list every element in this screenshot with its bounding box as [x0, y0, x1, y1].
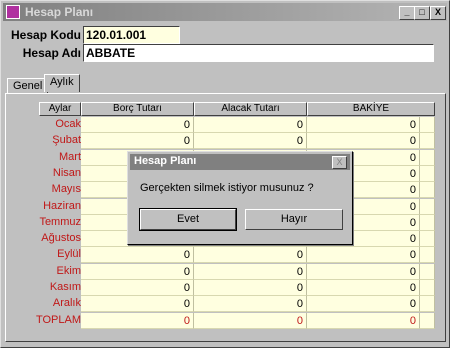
month-label: Haziran — [43, 199, 81, 212]
no-button[interactable]: Hayır — [245, 209, 343, 230]
month-label: Mart — [59, 150, 81, 163]
title-bar[interactable]: Hesap Planı _ □ X — [3, 3, 447, 21]
borc-cell[interactable]: 0 — [81, 133, 194, 150]
extra-cell — [420, 214, 435, 231]
borc-cell[interactable]: 0 — [81, 263, 194, 280]
total-label: TOPLAM — [35, 313, 81, 326]
dialog-message: Gerçekten silmek istiyor musunuz ? — [140, 182, 314, 194]
borc-cell[interactable]: 0 — [81, 247, 194, 264]
bakiye-cell[interactable]: 0 — [307, 280, 420, 296]
confirm-dialog: Hesap Planı X Gerçekten silmek istiyor m… — [127, 151, 353, 245]
month-label: Ağustos — [41, 232, 81, 245]
month-label: Aralık — [52, 297, 81, 310]
total-bakiye-cell[interactable]: 0 — [307, 312, 420, 329]
extra-cell — [420, 263, 435, 280]
code-label: Hesap Kodu — [11, 28, 82, 42]
maximize-button[interactable]: □ — [414, 6, 430, 20]
name-label: Hesap Adı — [22, 46, 81, 60]
extra-cell — [420, 247, 435, 264]
dialog-title-bar[interactable]: Hesap Planı X — [130, 154, 350, 170]
bakiye-cell[interactable]: 0 — [307, 133, 420, 150]
month-label: Kasım — [49, 281, 81, 293]
total-borc-cell[interactable]: 0 — [81, 312, 194, 329]
month-label: Ocak — [55, 118, 81, 130]
month-label: Temmuz — [39, 215, 81, 228]
alacak-cell[interactable]: 0 — [194, 296, 307, 313]
header-bakiye[interactable]: BAKİYE — [307, 102, 435, 116]
month-label: Eylül — [57, 248, 81, 261]
extra-cell — [420, 133, 435, 150]
month-label: Nisan — [52, 166, 81, 179]
borc-cell[interactable]: 0 — [81, 296, 194, 313]
total-alacak-cell[interactable]: 0 — [194, 312, 307, 329]
bakiye-cell[interactable]: 0 — [307, 117, 420, 133]
dialog-title: Hesap Planı — [134, 155, 197, 167]
bakiye-cell[interactable]: 0 — [307, 247, 420, 264]
minimize-button[interactable]: _ — [399, 6, 415, 20]
extra-cell — [420, 280, 435, 296]
header-alacak[interactable]: Alacak Tutarı — [194, 102, 307, 116]
extra-cell — [420, 198, 435, 215]
extra-cell — [420, 182, 435, 199]
header-aylar[interactable]: Aylar — [39, 102, 81, 116]
alacak-cell[interactable]: 0 — [194, 263, 307, 280]
alacak-cell[interactable]: 0 — [194, 133, 307, 150]
extra-cell — [420, 117, 435, 133]
close-button[interactable]: X — [430, 6, 446, 20]
month-label: Ekim — [56, 264, 81, 277]
extra-cell — [420, 149, 435, 166]
borc-cell[interactable]: 0 — [81, 280, 194, 296]
extra-cell — [420, 296, 435, 313]
month-label: Şubat — [52, 134, 81, 147]
bakiye-cell[interactable]: 0 — [307, 263, 420, 280]
tab-genel[interactable]: Genel — [7, 78, 49, 94]
yes-button[interactable]: Evet — [139, 208, 237, 231]
extra-cell — [420, 312, 435, 329]
name-field[interactable]: ABBATE — [83, 44, 434, 62]
extra-cell — [420, 231, 435, 248]
borc-cell[interactable]: 0 — [81, 117, 194, 133]
bakiye-cell[interactable]: 0 — [307, 296, 420, 313]
code-field[interactable]: 120.01.001 — [83, 26, 180, 44]
app-icon[interactable] — [6, 5, 20, 19]
alacak-cell[interactable]: 0 — [194, 280, 307, 296]
window-title: Hesap Planı — [25, 5, 94, 19]
header-borc[interactable]: Borç Tutarı — [81, 102, 194, 116]
extra-cell — [420, 165, 435, 182]
tab-aylik[interactable]: Aylık — [44, 74, 80, 92]
alacak-cell[interactable]: 0 — [194, 247, 307, 264]
alacak-cell[interactable]: 0 — [194, 117, 307, 133]
month-label: Mayıs — [51, 183, 81, 196]
dialog-close-icon[interactable]: X — [332, 156, 347, 169]
